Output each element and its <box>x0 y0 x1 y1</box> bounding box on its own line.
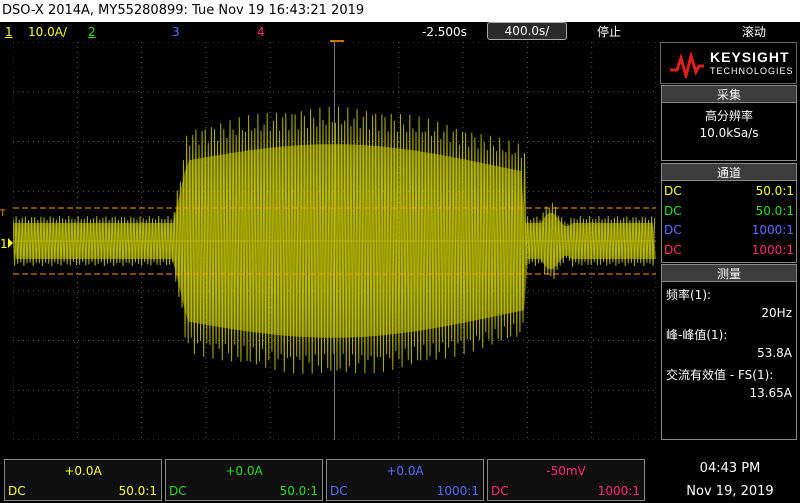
window-title: DSO-X 2014A, MY55280899: Tue Nov 19 16:4… <box>0 0 800 22</box>
channel-4-softkey[interactable]: -50mV DC 1000:1 <box>487 459 645 501</box>
sample-rate: 10.0kSa/s <box>699 126 759 140</box>
measurement-3-label[interactable]: 交流有效值 - FS(1): <box>666 366 773 383</box>
svg-text:T: T <box>0 209 6 217</box>
channel-2-bottom-probe: 50.0:1 <box>279 484 318 498</box>
channel-3-offset: +0.0A <box>386 464 424 478</box>
channel-header-bar: 1 10.0A/ 2 3 4 -2.500s 400.0s/ 停止 滚动 <box>0 22 800 42</box>
channel-2-softkey[interactable]: +0.0A DC 50.0:1 <box>165 459 323 501</box>
channel-1-softkey[interactable]: +0.0A DC 50.0:1 <box>4 459 162 501</box>
channels-section-header[interactable]: 通道 <box>661 163 797 181</box>
channel-4-bottom-coupling: DC <box>491 484 509 498</box>
channel-2-coupling[interactable]: DC <box>664 204 682 218</box>
logo-brand: KEYSIGHT <box>710 49 790 65</box>
svg-text:1: 1 <box>0 237 8 251</box>
measurement-3-value: 13.65A <box>749 386 792 400</box>
ch1-number[interactable]: 1 <box>5 22 13 42</box>
run-state[interactable]: 停止 <box>597 22 621 42</box>
channel-3-softkey[interactable]: +0.0A DC 1000:1 <box>326 459 484 501</box>
horizontal-delay[interactable]: -2.500s <box>422 22 467 42</box>
channel-4-offset: -50mV <box>546 464 586 478</box>
measurement-2-label[interactable]: 峰-峰值(1): <box>666 326 727 343</box>
channel-3-coupling[interactable]: DC <box>664 223 682 237</box>
channel-3-bottom-probe: 1000:1 <box>436 484 479 498</box>
channel-3-probe[interactable]: 1000:1 <box>752 223 794 237</box>
ch2-number[interactable]: 2 <box>88 22 96 42</box>
trigger-level-marker[interactable]: T <box>0 207 14 217</box>
channel-4-probe[interactable]: 1000:1 <box>752 243 794 257</box>
acquire-section-header[interactable]: 采集 <box>661 85 797 103</box>
timebase[interactable]: 400.0s/ <box>487 22 567 40</box>
channel-2-offset: +0.0A <box>225 464 263 478</box>
measurement-1-label[interactable]: 频率(1): <box>666 286 711 303</box>
measurement-1-value: 20Hz <box>761 306 792 320</box>
channel-3-bottom-coupling: DC <box>330 484 348 498</box>
logo-subbrand: TECHNOLOGIES <box>710 66 794 76</box>
channel-1-bottom-coupling: DC <box>8 484 26 498</box>
measurements-section-header[interactable]: 测量 <box>661 264 797 282</box>
clock-date: Nov 19, 2019 <box>686 484 774 499</box>
channel-4-bottom-probe: 1000:1 <box>597 484 640 498</box>
waveform-grid <box>13 42 656 440</box>
ch1-ground-marker[interactable]: 1 <box>0 235 14 251</box>
channel-1-bottom-probe: 50.0:1 <box>118 484 157 498</box>
ch3-number[interactable]: 3 <box>172 22 180 42</box>
ch4-number[interactable]: 4 <box>257 22 265 42</box>
channel-1-probe[interactable]: 50.0:1 <box>756 184 794 198</box>
channel-2-bottom-coupling: DC <box>169 484 187 498</box>
keysight-logo-icon <box>670 52 704 78</box>
measurement-2-value: 53.8A <box>757 346 792 360</box>
acquire-mode: 高分辨率 <box>704 109 753 123</box>
channel-1-coupling[interactable]: DC <box>664 184 682 198</box>
ch1-scale[interactable]: 10.0A/ <box>28 22 67 42</box>
channel-1-offset: +0.0A <box>64 464 102 478</box>
waveform-display[interactable] <box>13 42 656 440</box>
clock-time: 04:43 PM <box>699 461 761 476</box>
channel-4-coupling[interactable]: DC <box>664 243 682 257</box>
channel-2-probe[interactable]: 50.0:1 <box>756 204 794 218</box>
acquisition-mode[interactable]: 滚动 <box>742 22 766 42</box>
